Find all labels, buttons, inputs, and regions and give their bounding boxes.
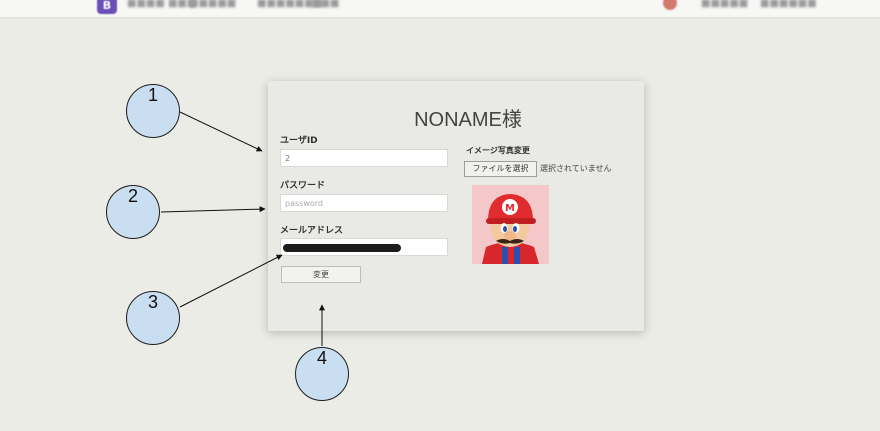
annotation-marker-4: 4 xyxy=(295,347,349,401)
annotation-marker-3: 3 xyxy=(126,291,180,345)
annotation-marker-1: 1 xyxy=(126,84,180,138)
annotation-marker-2: 2 xyxy=(106,185,160,239)
